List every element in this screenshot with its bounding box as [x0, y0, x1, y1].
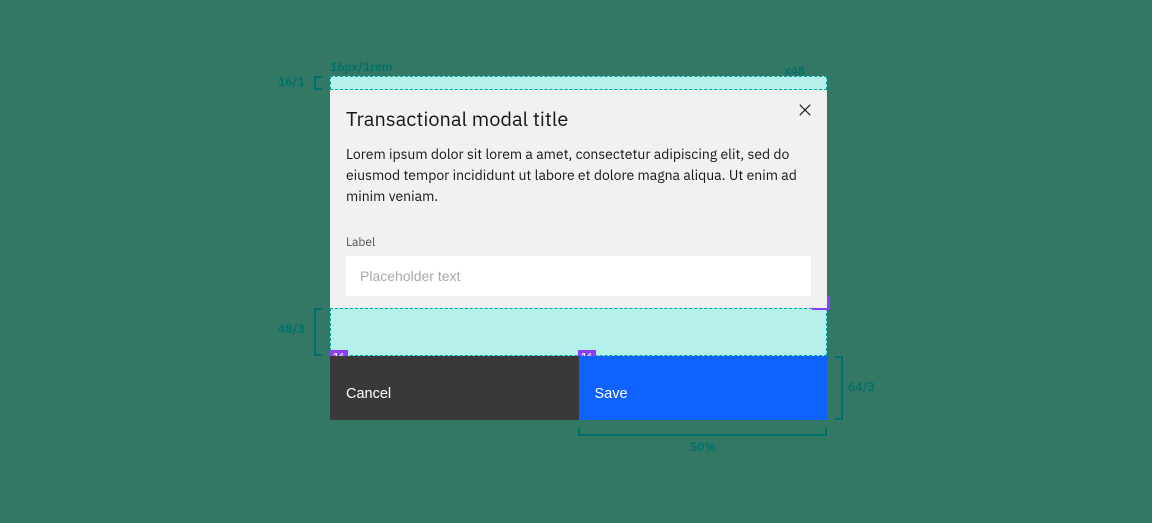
input-label: Label	[346, 235, 811, 250]
spec-dim-top-left: 16px/1rem	[330, 60, 392, 75]
modal-body: Transactional modal title Lorem ipsum do…	[330, 90, 827, 308]
save-button[interactable]: Save	[579, 356, 828, 420]
spec-label-button-height: 64/3	[848, 380, 875, 395]
text-input[interactable]	[346, 256, 811, 296]
spec-bracket-button-width	[578, 428, 827, 436]
spec-top-margin-strip	[330, 76, 827, 90]
modal-title: Transactional modal title	[346, 106, 811, 132]
modal-body-text: Lorem ipsum dolor sit lorem a amet, cons…	[346, 144, 811, 207]
spec-label-button-width: 50%	[690, 440, 716, 455]
transactional-modal: Transactional modal title Lorem ipsum do…	[330, 90, 827, 420]
spec-dim-close: x48	[784, 64, 805, 79]
modal-gap-space	[330, 308, 827, 356]
spec-label-gap: 48/3	[278, 322, 305, 337]
cancel-button[interactable]: Cancel	[330, 356, 579, 420]
spec-bracket-button-height	[835, 356, 843, 420]
close-button[interactable]	[795, 100, 815, 120]
spec-bracket-top-strip	[314, 76, 322, 90]
modal-button-row: Cancel Save	[330, 356, 827, 420]
spec-label-top-strip: 16/1	[278, 75, 305, 90]
spec-bracket-gap	[314, 308, 322, 356]
close-icon	[798, 103, 812, 117]
